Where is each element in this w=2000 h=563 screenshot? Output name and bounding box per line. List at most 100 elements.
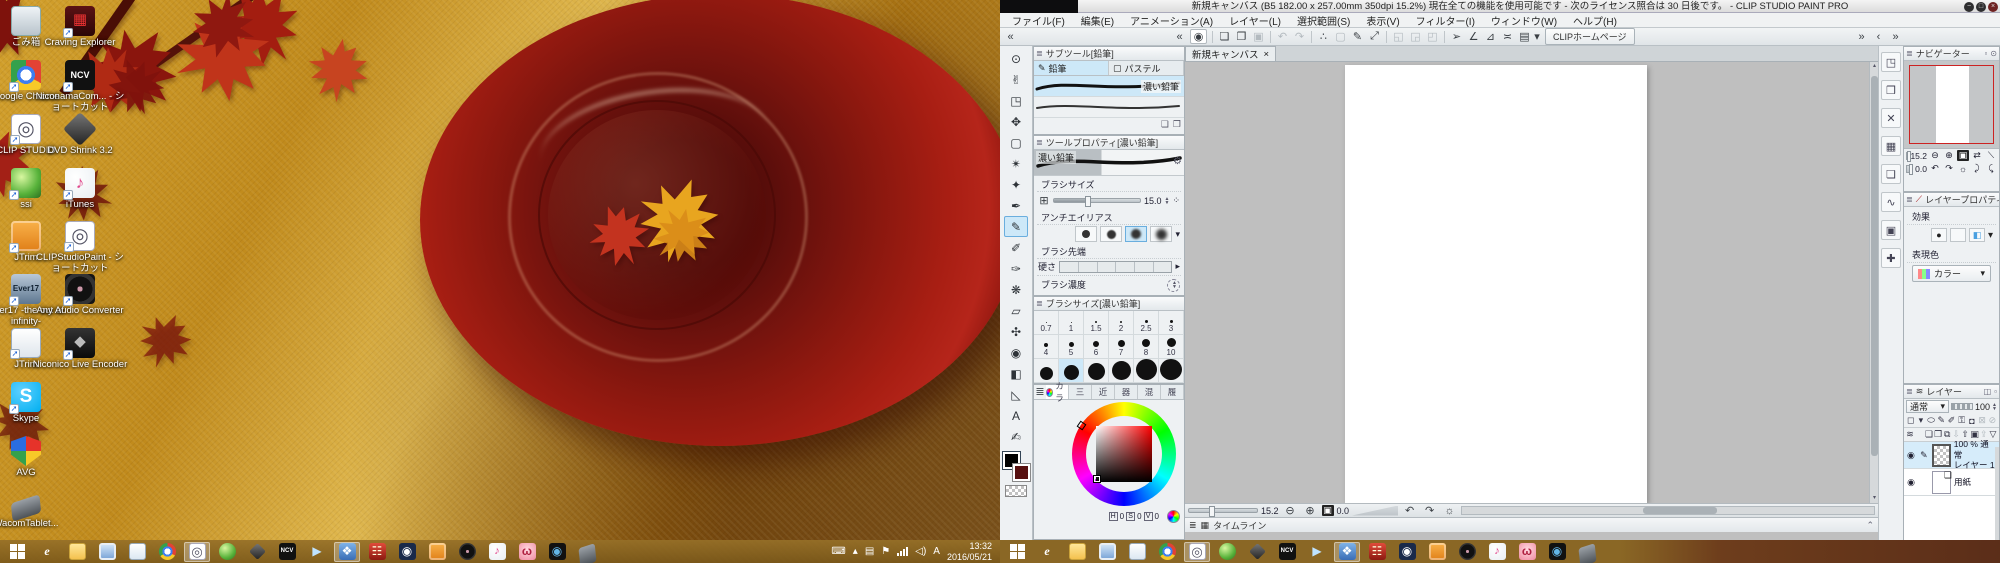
defender-flag-icon[interactable]: ⚑	[881, 546, 890, 557]
taskbar-notepad-icon[interactable]	[1124, 542, 1150, 562]
desktop-icon-clipstudiopaint-shortcut[interactable]: ◎ ➚ CLIPStudioPaint - ショートカット	[32, 221, 128, 275]
menu-edit[interactable]: 編集(E)	[1073, 13, 1122, 28]
tool-text[interactable]: A	[1004, 405, 1028, 426]
nav-zoom-in[interactable]: ⊕	[1943, 150, 1955, 161]
size-5[interactable]: 5	[1059, 335, 1084, 359]
taskbar-robot-app-icon[interactable]: ☷	[364, 542, 390, 562]
nav-reset-view[interactable]: ⤹	[1985, 163, 1997, 174]
size-1.5[interactable]: 1.5	[1084, 311, 1109, 335]
menu-file[interactable]: ファイル(F)	[1004, 13, 1073, 28]
taskbar-itunes-icon[interactable]: ♪	[1484, 542, 1510, 562]
taskbar-clip-studio-icon[interactable]: ◎	[184, 541, 210, 562]
expression-color-dropdown[interactable]: カラー ▾	[1912, 265, 1991, 282]
clip-homepage-button[interactable]: CLIPホームページ	[1545, 28, 1635, 45]
taskbar-player-icon[interactable]: ▶	[1304, 542, 1330, 562]
panel-menu-icon[interactable]: ≣	[1189, 520, 1197, 531]
ruler-menu-button[interactable]: ▤	[1516, 29, 1533, 44]
tool-fill[interactable]: ◉	[1004, 342, 1028, 363]
size-0.7[interactable]: 0.7	[1034, 311, 1059, 335]
slider-indicator-icon[interactable]: ⁘	[1172, 195, 1180, 206]
tool-gradient[interactable]: ◧	[1004, 363, 1028, 384]
tool-pen[interactable]: ✒	[1004, 195, 1028, 216]
reset-rotation-button[interactable]: ☼	[1441, 503, 1458, 518]
taskbar-itunes-icon[interactable]: ♪	[484, 542, 510, 562]
antialias-strong[interactable]	[1150, 226, 1173, 242]
taskbar-ncv-icon[interactable]: NCV	[274, 542, 300, 562]
tool-blend[interactable]: ✣	[1004, 321, 1028, 342]
ime-indicator[interactable]: A	[933, 546, 940, 557]
desktop-icon-ncv[interactable]: NCV ➚ NiconamaCom... - ショートカット	[32, 60, 128, 114]
zoom-slider[interactable]	[1188, 506, 1258, 517]
desktop-icon-dvd-shrink[interactable]: DVD Shrink 3.2	[32, 112, 128, 157]
desktop-icon-craving-explorer[interactable]: ▦ ➚ Craving Explorer	[32, 6, 128, 49]
size-8[interactable]: 8	[1134, 335, 1159, 359]
taskbar-explorer-icon[interactable]	[64, 542, 90, 562]
subtool-tab-pencil[interactable]: ✎ 鉛筆	[1034, 61, 1109, 75]
tool-airbrush[interactable]: ✑	[1004, 258, 1028, 279]
taskbar-any-audio-icon[interactable]	[454, 542, 480, 562]
menu-filter[interactable]: フィルター(I)	[1408, 13, 1483, 28]
menu-view[interactable]: 表示(V)	[1358, 13, 1407, 28]
background-color-swatch[interactable]	[1012, 463, 1031, 482]
nav-fit[interactable]: ▣	[1957, 150, 1969, 161]
rotate-right-button[interactable]: ↷	[1421, 503, 1438, 518]
taskbar-mouth-app-icon[interactable]: ω	[514, 542, 540, 562]
tone-effect-button[interactable]	[1949, 228, 1966, 242]
new-layer-button[interactable]: ❏	[1925, 429, 1933, 441]
size-large-4[interactable]	[1109, 359, 1134, 383]
cursor-snap-button[interactable]: ➢	[1448, 29, 1465, 44]
taskbar-wacom-icon[interactable]	[1574, 542, 1600, 563]
size-10[interactable]: 10	[1159, 335, 1184, 359]
layer-row-layer1[interactable]: ◉ ✎ 100 % 通常 レイヤー 1	[1904, 439, 1999, 470]
taskbar-chrome-icon[interactable]	[154, 542, 180, 562]
hscroll-thumb[interactable]	[1643, 507, 1718, 514]
paper-thumbnail[interactable]: ❏	[1932, 470, 1952, 494]
right-arrow-icon[interactable]: ▸	[1175, 261, 1180, 272]
nav-rotate-right[interactable]: ↷	[1943, 163, 1955, 174]
navigator-rotation-slider[interactable]	[1906, 163, 1914, 175]
desktop-icon-any-audio-converter[interactable]: ➚ Any Audio Converter	[32, 274, 128, 317]
menu-selection[interactable]: 選択範囲(S)	[1289, 13, 1358, 28]
tool-figure[interactable]: ◺	[1004, 384, 1028, 405]
taskbar-clock[interactable]: 13:32 2016/05/21	[947, 541, 996, 562]
tool-pencil-selected[interactable]: ✎	[1004, 216, 1028, 237]
lock-layer-button[interactable]: ⚿	[1957, 415, 1966, 427]
menu-help[interactable]: ヘルプ(H)	[1565, 13, 1625, 28]
subtool-item-dark-pencil[interactable]: 濃い鉛筆	[1034, 76, 1184, 97]
menu-layer[interactable]: レイヤー(L)	[1221, 13, 1289, 28]
tool-eyedropper[interactable]: ✦	[1004, 174, 1028, 195]
panel-menu-icon[interactable]: ≣	[1036, 49, 1043, 58]
tool-decoration[interactable]: ❋	[1004, 279, 1028, 300]
tool-zoom[interactable]: ⊙	[1004, 48, 1028, 69]
taskbar-dvd-shrink-icon[interactable]	[244, 542, 270, 562]
taskbar-eye-app-icon[interactable]: ◉	[394, 542, 420, 562]
canvas-tab-close-icon[interactable]: ×	[1264, 49, 1270, 60]
layer-color-effect-button[interactable]: ◧	[1968, 228, 1985, 242]
quick-access-panel-icon[interactable]: ◳	[1881, 52, 1901, 72]
nav-rotate-left[interactable]: ↶	[1929, 163, 1941, 174]
antialias-weak[interactable]	[1100, 226, 1123, 242]
expand-right-icon[interactable]: »	[1853, 29, 1870, 44]
size-4[interactable]: 4	[1034, 335, 1059, 359]
size-large-3[interactable]	[1084, 359, 1109, 383]
taskbar-wacom-icon[interactable]	[574, 542, 600, 563]
deselect-button[interactable]: ▢	[1332, 29, 1349, 44]
frame-button[interactable]: ◰	[1424, 29, 1441, 44]
taskbar-ie-icon[interactable]: e	[34, 542, 60, 562]
tool-brush[interactable]: ✐	[1004, 237, 1028, 258]
panel-menu-icon[interactable]: ≣	[1034, 384, 1046, 399]
taskbar-ssi-icon[interactable]	[214, 542, 240, 562]
taskbar-chrome-icon[interactable]	[1154, 542, 1180, 562]
layer-row-paper[interactable]: ◉ ❏ 用紙	[1904, 469, 1999, 496]
antialias-none[interactable]	[1075, 226, 1098, 242]
rotate-left-button[interactable]: ↶	[1401, 503, 1418, 518]
taskbar-eye-app-icon[interactable]: ◉	[1394, 542, 1420, 562]
size-2[interactable]: 2	[1109, 311, 1134, 335]
canvas-page[interactable]	[1345, 65, 1647, 503]
canvas-tab[interactable]: 新規キャンバス ×	[1185, 46, 1277, 61]
taskbar-mpc-icon[interactable]: ◉	[1544, 542, 1570, 562]
network-icon[interactable]	[897, 547, 909, 556]
opacity-spinner[interactable]: ▲ ▼	[1992, 402, 1997, 411]
brush-material-panel-icon[interactable]: ∿	[1881, 192, 1901, 212]
nav-flip-h[interactable]: ⇄	[1971, 150, 1983, 161]
